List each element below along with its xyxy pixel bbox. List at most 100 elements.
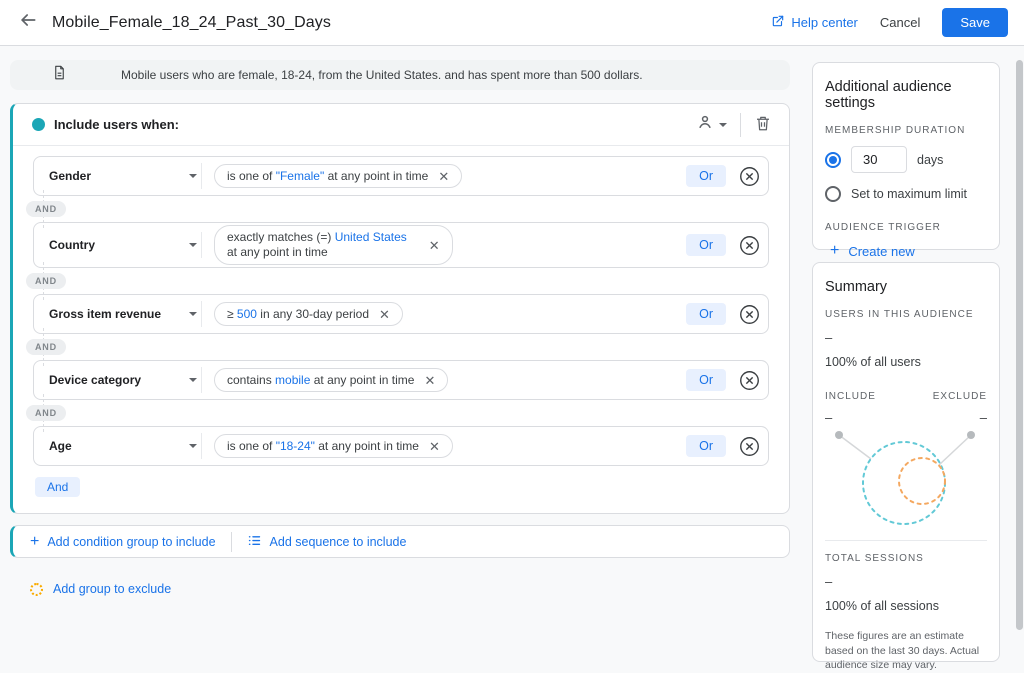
pill-text: ≥ bbox=[227, 307, 237, 321]
cancel-button[interactable]: Cancel bbox=[880, 15, 920, 30]
field-dropdown-gross-item-revenue[interactable]: Gross item revenue bbox=[49, 307, 197, 321]
add-card-divider bbox=[231, 532, 232, 552]
chevron-down-icon bbox=[189, 444, 197, 448]
field-dropdown-age[interactable]: Age bbox=[49, 439, 197, 453]
remove-condition-button[interactable] bbox=[739, 370, 760, 391]
condition-pill-age[interactable]: is one of "18-24" at any point in time ✕ bbox=[214, 434, 453, 458]
plus-icon: + bbox=[30, 534, 39, 550]
remove-condition-button[interactable] bbox=[739, 304, 760, 325]
circled-x-icon bbox=[739, 436, 760, 457]
and-chip: AND bbox=[26, 273, 66, 289]
create-new-trigger-button[interactable]: + Create new bbox=[830, 243, 987, 259]
field-label: Gender bbox=[49, 169, 91, 183]
include-label: INCLUDE bbox=[825, 391, 876, 402]
or-button[interactable]: Or bbox=[686, 369, 726, 391]
remove-condition-button[interactable] bbox=[739, 235, 760, 256]
chevron-down-icon bbox=[189, 312, 197, 316]
users-in-audience-value: – bbox=[825, 330, 987, 345]
pill-value: 500 bbox=[237, 307, 257, 321]
users-in-audience-label: USERS IN THIS AUDIENCE bbox=[825, 309, 987, 320]
chevron-down-icon bbox=[189, 243, 197, 247]
condition-pill-gender[interactable]: is one of "Female" at any point in time … bbox=[214, 164, 462, 188]
or-button[interactable]: Or bbox=[686, 303, 726, 325]
pill-text: at any point in time bbox=[324, 169, 428, 183]
settings-card-title: Additional audience settings bbox=[825, 79, 987, 111]
estimate-disclaimer: These figures are an estimate based on t… bbox=[825, 629, 987, 673]
membership-duration-label: MEMBERSHIP DURATION bbox=[825, 125, 987, 136]
pill-value: "18-24" bbox=[276, 439, 315, 453]
pill-close-icon[interactable]: ✕ bbox=[429, 239, 440, 252]
trash-icon bbox=[754, 114, 772, 135]
days-label: days bbox=[917, 153, 943, 167]
exclude-value: – bbox=[980, 410, 987, 425]
delete-group-button[interactable] bbox=[754, 114, 775, 135]
pill-text-line2: at any point in time bbox=[227, 245, 407, 260]
add-group-exclude-label: Add group to exclude bbox=[53, 582, 171, 596]
plus-icon: + bbox=[830, 243, 839, 259]
field-label: Device category bbox=[49, 373, 141, 387]
field-label: Gross item revenue bbox=[49, 307, 161, 321]
summary-divider bbox=[825, 540, 987, 541]
or-button[interactable]: Or bbox=[686, 165, 726, 187]
duration-radio-selected[interactable] bbox=[825, 152, 841, 168]
pill-value: United States bbox=[335, 230, 407, 244]
field-dropdown-country[interactable]: Country bbox=[49, 238, 197, 252]
condition-row-gross-item-revenue: Gross item revenue ≥ 500 in any 30-day p… bbox=[33, 294, 769, 334]
pill-close-icon[interactable]: ✕ bbox=[379, 308, 390, 321]
header-divider bbox=[740, 113, 741, 137]
circled-x-icon bbox=[739, 304, 760, 325]
include-value: – bbox=[825, 410, 832, 425]
condition-pill-country[interactable]: exactly matches (=) United States at any… bbox=[214, 225, 453, 265]
field-label: Age bbox=[49, 439, 72, 453]
add-condition-group-button[interactable]: + Add condition group to include bbox=[30, 534, 216, 550]
pill-value: mobile bbox=[275, 373, 310, 387]
pill-close-icon[interactable]: ✕ bbox=[438, 170, 449, 183]
include-group-card: Include users when: bbox=[10, 103, 790, 514]
remove-condition-button[interactable] bbox=[739, 166, 760, 187]
total-sessions-value: – bbox=[825, 574, 987, 589]
add-sequence-button[interactable]: Add sequence to include bbox=[247, 533, 407, 551]
and-connector: AND bbox=[33, 400, 769, 426]
max-limit-radio[interactable] bbox=[825, 186, 841, 202]
pill-close-icon[interactable]: ✕ bbox=[424, 374, 435, 387]
total-sessions-label: TOTAL SESSIONS bbox=[825, 553, 987, 564]
chevron-down-icon bbox=[189, 174, 197, 178]
field-dropdown-gender[interactable]: Gender bbox=[49, 169, 197, 183]
vertical-scrollbar[interactable] bbox=[1016, 60, 1023, 630]
condition-pill-revenue[interactable]: ≥ 500 in any 30-day period ✕ bbox=[214, 302, 403, 326]
create-new-label: Create new bbox=[848, 244, 914, 259]
add-group-to-exclude-button[interactable]: Add group to exclude bbox=[30, 582, 790, 596]
audience-builder-main: Mobile users who are female, 18-24, from… bbox=[10, 60, 790, 596]
pill-text: contains bbox=[227, 373, 275, 387]
document-icon bbox=[52, 65, 67, 85]
additional-audience-settings-card: Additional audience settings MEMBERSHIP … bbox=[812, 62, 1000, 250]
row-divider bbox=[201, 232, 202, 258]
help-center-link[interactable]: Help center bbox=[771, 14, 857, 31]
back-button[interactable] bbox=[16, 11, 40, 35]
pill-text: in any 30-day period bbox=[257, 307, 369, 321]
circled-x-icon bbox=[739, 235, 760, 256]
open-in-new-icon bbox=[771, 14, 785, 31]
membership-duration-input[interactable] bbox=[851, 146, 907, 173]
chevron-down-icon bbox=[719, 123, 727, 127]
save-button[interactable]: Save bbox=[942, 8, 1008, 37]
or-button[interactable]: Or bbox=[686, 435, 726, 457]
include-group-header: Include users when: bbox=[13, 104, 789, 146]
field-dropdown-device-category[interactable]: Device category bbox=[49, 373, 197, 387]
field-label: Country bbox=[49, 238, 95, 252]
pill-close-icon[interactable]: ✕ bbox=[429, 440, 440, 453]
include-exclude-venn-diagram bbox=[825, 427, 989, 537]
circled-x-icon bbox=[739, 166, 760, 187]
pill-text: is one of bbox=[227, 439, 276, 453]
remove-condition-button[interactable] bbox=[739, 436, 760, 457]
help-center-label: Help center bbox=[791, 15, 857, 30]
or-button[interactable]: Or bbox=[686, 234, 726, 256]
condition-row-age: Age is one of "18-24" at any point in ti… bbox=[33, 426, 769, 466]
add-condition-group-label: Add condition group to include bbox=[47, 535, 215, 549]
pill-text: is one of bbox=[227, 169, 276, 183]
and-chip: AND bbox=[26, 339, 66, 355]
condition-pill-device[interactable]: contains mobile at any point in time ✕ bbox=[214, 368, 448, 392]
scoping-selector[interactable] bbox=[696, 113, 727, 136]
row-divider bbox=[201, 367, 202, 393]
add-and-condition-button[interactable]: And bbox=[35, 477, 80, 497]
